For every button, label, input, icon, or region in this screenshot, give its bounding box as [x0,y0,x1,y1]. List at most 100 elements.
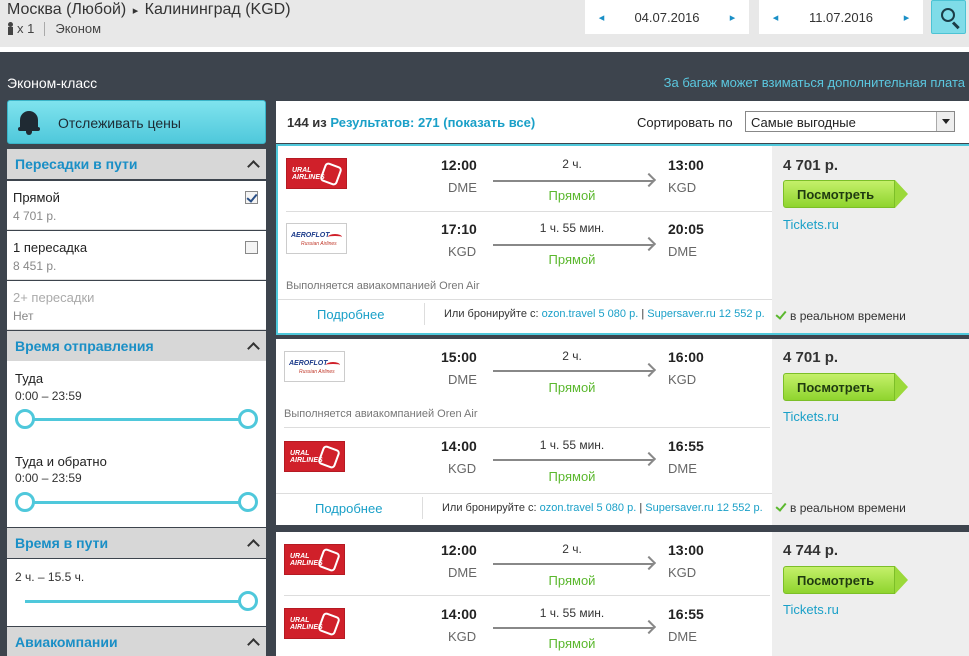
duration-range: 2 ч. – 15.5 ч. [15,570,85,584]
price-column: 4 744 р. Посмотреть Tickets.ru [772,532,969,656]
route-to: Калининград (KGD) [144,1,291,18]
ticket-price: 4 701 р. [783,349,839,366]
alt-offer-link-ozon[interactable]: ozon.travel 5 080 р. [542,308,639,320]
date-out-picker[interactable]: ◂ 04.07.2016 ▸ [585,0,749,34]
details-link[interactable]: Подробнее [317,307,384,322]
wing-icon [326,362,340,368]
arrival-airport: KGD [668,372,697,387]
chevron-up-icon[interactable] [246,339,260,353]
stops-section-header[interactable]: Пересадки в пути [7,149,266,179]
track-prices-label: Отслеживать цены [58,115,181,131]
swan-icon [317,611,341,637]
operated-by-note: Выполняется авиакомпанией Oren Air [284,408,478,420]
flight-card[interactable]: AEROFLOT Russian Airlines 15:00 DME 2 ч.… [276,339,969,525]
swan-icon [319,161,343,187]
stop-option-price: 4 701 р. [13,209,57,223]
date-out-next-icon[interactable]: ▸ [716,11,749,24]
date-back-picker[interactable]: ◂ 11.07.2016 ▸ [759,0,923,34]
baggage-note-link[interactable]: За багаж может взиматься дополнительная … [664,75,965,90]
depart-out-slider-min-handle[interactable] [15,409,35,429]
duration-slider-max-handle[interactable] [238,591,258,611]
stop-option-price: 8 451 р. [13,259,57,273]
cabin-class: Эконом [55,21,102,36]
chevron-down-icon[interactable] [936,112,954,131]
details-link[interactable]: Подробнее [315,501,382,516]
depart-out-slider-max-handle[interactable] [238,409,258,429]
person-icon [7,22,14,35]
aeroflot-logo: AEROFLOT Russian Airlines [284,351,345,382]
duration-section-title: Время в пути [15,535,109,551]
flight-arrow-icon [493,627,653,629]
price-column: 4 701 р. Посмотреть Tickets.ru в реально… [772,146,969,333]
leg-divider [284,427,770,428]
stop-option-checkbox[interactable] [245,191,258,204]
sort-select[interactable]: Самые выгодные [745,111,955,132]
alt-offer-link-ozon[interactable]: ozon.travel 5 080 р. [540,502,637,514]
alternative-offers: Или бронируйте с: ozon.travel 5 080 р. |… [444,308,765,320]
flight-arrow-icon [493,180,653,182]
stop-option-price: Нет [13,309,34,323]
duration-section-header[interactable]: Время в пути [7,528,266,558]
view-offer-label: Посмотреть [797,187,875,202]
depart-out-slider-track[interactable] [25,418,248,421]
chevron-up-icon[interactable] [246,536,260,550]
bell-icon [18,109,40,135]
view-offer-button[interactable]: Посмотреть [783,373,908,401]
stop-option-name: 2+ пересадки [13,290,95,305]
duration-slider-track[interactable] [25,600,248,603]
page-root: Москва (Любой) ▸ Калининград (KGD) x 1 Э… [0,0,969,656]
view-offer-button[interactable]: Посмотреть [783,566,908,594]
class-label: Эконом-класс [7,75,98,91]
search-icon [941,8,955,22]
logo-subtext: Russian Airlines [301,241,337,247]
date-out-prev-icon[interactable]: ◂ [585,11,618,24]
chevron-up-icon[interactable] [246,157,260,171]
route-title: Москва (Любой) ▸ Калининград (KGD) [7,1,291,19]
divider [422,497,423,519]
depart-section-header[interactable]: Время отправления [7,331,266,361]
stop-option-checkbox[interactable] [245,241,258,254]
price-column: 4 701 р. Посмотреть Tickets.ru в реально… [772,339,969,525]
flight-duration: 1 ч. 55 мин. [539,221,605,235]
agency-link[interactable]: Tickets.ru [783,217,839,232]
agency-link[interactable]: Tickets.ru [783,409,839,424]
date-out-value[interactable]: 04.07.2016 [618,10,716,25]
date-back-next-icon[interactable]: ▸ [890,11,923,24]
view-offer-button[interactable]: Посмотреть [783,180,908,208]
sort-label: Сортировать по [637,115,733,130]
view-offer-label: Посмотреть [797,573,875,588]
agency-link[interactable]: Tickets.ru [783,602,839,617]
passenger-summary[interactable]: x 1 Эконом [7,21,101,36]
airlines-section-header[interactable]: Авиакомпании [7,627,266,656]
flight-card[interactable]: URAL AIRLINES 12:00 DME 2 ч. Прямой 13:00… [276,144,969,335]
departure-airport: DME [448,565,477,580]
depart-back-slider-track[interactable] [25,501,248,504]
date-back-value[interactable]: 11.07.2016 [792,10,890,25]
date-back-prev-icon[interactable]: ◂ [759,11,792,24]
arrival-airport: KGD [668,180,697,195]
depart-back-slider-max-handle[interactable] [238,492,258,512]
leg-divider [284,595,770,596]
passenger-count: x 1 [17,21,35,36]
flight-card[interactable]: URAL AIRLINES 12:00 DME 2 ч. Прямой 13:00… [276,532,969,656]
track-prices-button[interactable]: Отслеживать цены [7,100,266,144]
search-icon-handle [951,21,960,30]
search-button[interactable] [931,0,966,34]
flight-duration: 2 ч. [562,349,582,363]
route-from: Москва (Любой) [7,1,127,18]
ural-airlines-logo: URAL AIRLINES [284,544,345,575]
stop-option-name: Прямой [13,190,60,205]
alt-offer-link-supersaver[interactable]: Supersaver.ru 12 552 р. [647,308,764,320]
chevron-up-icon[interactable] [246,635,260,649]
show-all-results-link[interactable]: Результатов: 271 (показать все) [330,115,535,130]
stop-option-direct[interactable]: Прямой 4 701 р. [7,181,266,230]
flight-stops: Прямой [548,252,596,267]
arrival-time: 13:00 [668,157,704,173]
sort-select-value: Самые выгодные [751,115,856,130]
results-count: 144 из Результатов: 271 (показать все) [287,115,535,130]
depart-back-slider-min-handle[interactable] [15,492,35,512]
realtime-badge: в реальном времени [775,500,906,515]
alternative-offers: Или бронируйте с: ozon.travel 5 080 р. |… [442,502,763,514]
alt-offer-link-supersaver[interactable]: Supersaver.ru 12 552 р. [645,502,762,514]
stop-option-one[interactable]: 1 пересадка 8 451 р. [7,231,266,280]
